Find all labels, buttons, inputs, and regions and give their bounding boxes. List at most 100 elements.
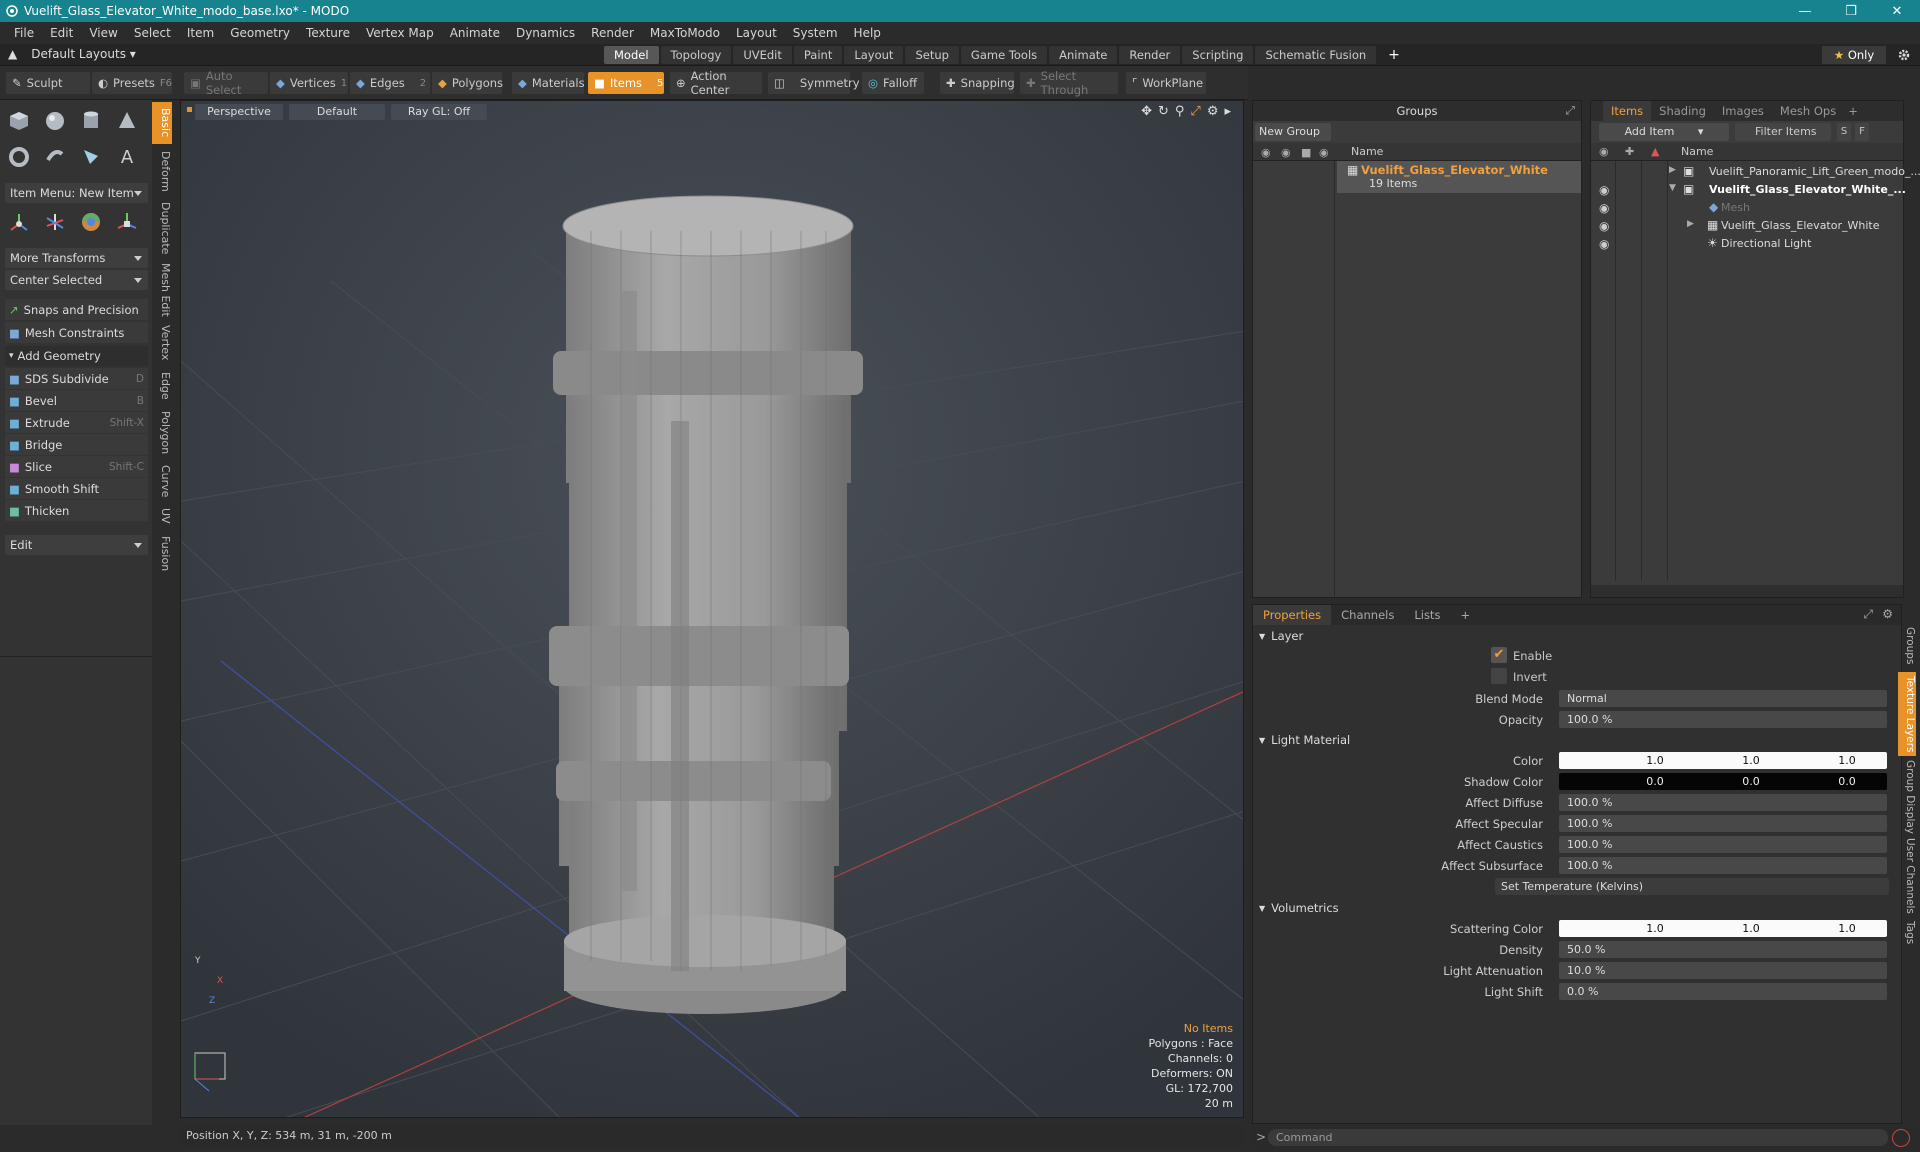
action-center-button[interactable]: ⊕ Action Center: [670, 69, 762, 97]
tab-uvedit[interactable]: UVEdit: [733, 46, 792, 64]
fit-icon[interactable]: ⤢: [1190, 104, 1200, 119]
cylinder-icon[interactable]: [76, 106, 106, 136]
enable-checkbox[interactable]: ✔: [1491, 647, 1507, 663]
tab-scripting[interactable]: Scripting: [1182, 46, 1254, 64]
materials-button[interactable]: ◆ Materials: [512, 72, 585, 94]
item-row[interactable]: ◉ ☀ Directional Light: [1591, 235, 1891, 253]
sds-subdivide-button[interactable]: ■ SDS Subdivide D: [5, 368, 148, 389]
new-group-button[interactable]: New Group: [1255, 123, 1331, 141]
vtab-polygon[interactable]: Polygon: [152, 408, 172, 458]
menu-view[interactable]: View: [81, 26, 125, 40]
tab-schematic-fusion[interactable]: Schematic Fusion: [1255, 46, 1377, 64]
text-tool-icon[interactable]: A: [112, 142, 142, 172]
light-shift-field[interactable]: 0.0 %: [1559, 983, 1887, 1000]
vtab-curve[interactable]: Curve: [152, 462, 172, 500]
item-row[interactable]: ◉ ▶ ▦ Vuelift_Glass_Elevator_White: [1591, 217, 1891, 235]
layout-toggle-icon[interactable]: ▲: [8, 47, 17, 61]
perspective-dropdown[interactable]: Perspective: [195, 104, 283, 120]
auto-select-button[interactable]: ▣ Auto Select: [184, 69, 268, 97]
light-material-section[interactable]: ▼ Light Material: [1255, 731, 1885, 749]
thicken-button[interactable]: ■ Thicken: [5, 500, 148, 521]
vtab-texture-layers[interactable]: Texture Layers: [1898, 672, 1916, 756]
orbit-icon[interactable]: ↻: [1158, 104, 1169, 119]
menu-maxtomodo[interactable]: MaxToModo: [642, 26, 728, 40]
tab-game-tools[interactable]: Game Tools: [960, 46, 1048, 64]
maximize-icon[interactable]: ⤢: [1863, 607, 1873, 622]
set-temperature-button[interactable]: Set Temperature (Kelvins): [1495, 878, 1889, 895]
blend-mode-dropdown[interactable]: Normal: [1559, 690, 1887, 707]
expand-icon[interactable]: ▶: [1669, 165, 1676, 175]
capsule-icon[interactable]: [40, 142, 70, 172]
menu-render[interactable]: Render: [583, 26, 642, 40]
cube-icon[interactable]: [4, 106, 34, 136]
item-row[interactable]: ◉ ▼ ▣ Vuelift_Glass_Elevator_White_...: [1591, 181, 1906, 199]
transform-tool-icon[interactable]: [112, 207, 142, 237]
presets-button[interactable]: ◐ Presets F6: [92, 72, 172, 94]
slice-button[interactable]: ■ Slice Shift-C: [5, 456, 148, 477]
edit-dropdown[interactable]: Edit: [5, 535, 148, 555]
tab-paint[interactable]: Paint: [793, 46, 843, 64]
items-button[interactable]: ■ Items 5: [588, 72, 664, 94]
default-layouts-dropdown[interactable]: Default Layouts ▾: [31, 47, 136, 61]
select-through-button[interactable]: ✚ Select Through: [1020, 69, 1118, 97]
tab-images[interactable]: Images: [1714, 104, 1772, 118]
tab-mesh-ops[interactable]: Mesh Ops: [1772, 104, 1844, 118]
vtab-groups[interactable]: Groups: [1898, 624, 1916, 668]
affect-caustics-field[interactable]: 100.0 %: [1559, 836, 1887, 853]
expand-arrow-icon[interactable]: ▸: [1224, 104, 1231, 119]
tab-render[interactable]: Render: [1119, 46, 1181, 64]
menu-item[interactable]: Item: [179, 26, 222, 40]
add-geometry-section[interactable]: ▾ Add Geometry: [5, 346, 148, 366]
menu-layout[interactable]: Layout: [728, 26, 785, 40]
restore-icon[interactable]: ❐: [1828, 0, 1874, 22]
cone-icon[interactable]: [112, 106, 142, 136]
opacity-field[interactable]: 100.0 %: [1559, 711, 1887, 728]
vtab-user-channels[interactable]: User Channels: [1898, 838, 1916, 914]
volumetrics-section[interactable]: ▼ Volumetrics: [1255, 899, 1885, 917]
sphere-icon[interactable]: [40, 106, 70, 136]
minimize-icon[interactable]: —: [1782, 0, 1828, 22]
menu-edit[interactable]: Edit: [42, 26, 81, 40]
shading-default-dropdown[interactable]: Default: [289, 104, 385, 120]
vtab-duplicate[interactable]: Duplicate: [152, 198, 172, 258]
color-field[interactable]: 1.0 1.0 1.0: [1559, 752, 1887, 769]
menu-system[interactable]: System: [785, 26, 846, 40]
pen-tool-icon[interactable]: [76, 142, 106, 172]
tab-topology[interactable]: Topology: [660, 46, 732, 64]
tab-lists[interactable]: Lists: [1404, 605, 1450, 625]
menu-file[interactable]: File: [6, 26, 42, 40]
only-button[interactable]: ★ Only: [1822, 46, 1886, 64]
add-tab-button[interactable]: +: [1378, 46, 1410, 64]
viewport-settings-icon[interactable]: ⚙: [1207, 104, 1219, 119]
snapping-button[interactable]: ✚ Snapping: [940, 72, 1015, 94]
vtab-mesh-edit[interactable]: Mesh Edit: [152, 262, 172, 318]
vtab-vertex[interactable]: Vertex: [152, 322, 172, 364]
sculpt-button[interactable]: ✎ Sculpt: [6, 72, 90, 94]
horizontal-scrollbar[interactable]: [1591, 585, 1903, 597]
affect-subsurface-field[interactable]: 100.0 %: [1559, 857, 1887, 874]
vtab-edge[interactable]: Edge: [152, 368, 172, 404]
density-field[interactable]: 50.0 %: [1559, 941, 1887, 958]
edges-button[interactable]: ◆ Edges 2: [350, 72, 430, 94]
menu-vertex-map[interactable]: Vertex Map: [358, 26, 442, 40]
smooth-shift-button[interactable]: ■ Smooth Shift: [5, 478, 148, 499]
tab-items[interactable]: Items: [1603, 101, 1652, 121]
vtab-deform[interactable]: Deform: [152, 148, 172, 194]
vtab-uv[interactable]: UV: [152, 504, 172, 528]
menu-texture[interactable]: Texture: [298, 26, 358, 40]
expand-icon[interactable]: ▶: [1687, 219, 1694, 229]
gear-icon[interactable]: [1894, 46, 1914, 64]
tab-properties[interactable]: Properties: [1253, 605, 1332, 625]
bevel-button[interactable]: ■ Bevel B: [5, 390, 148, 411]
tab-channels[interactable]: Channels: [1331, 605, 1404, 625]
layer-section[interactable]: ▼ Layer: [1255, 627, 1885, 645]
workplane-button[interactable]: ⌜ WorkPlane: [1126, 72, 1206, 94]
eye-icon[interactable]: ◉: [1599, 201, 1609, 215]
falloff-button[interactable]: ◎ Falloff: [862, 72, 924, 94]
center-selected-dropdown[interactable]: Center Selected: [5, 270, 148, 290]
eye-icon[interactable]: ◉: [1599, 219, 1609, 233]
menu-geometry[interactable]: Geometry: [222, 26, 298, 40]
filter-f-toggle[interactable]: F: [1855, 123, 1869, 141]
item-row[interactable]: ◉ ◆ Mesh: [1591, 199, 1891, 217]
vtab-basic[interactable]: Basic: [152, 102, 172, 144]
